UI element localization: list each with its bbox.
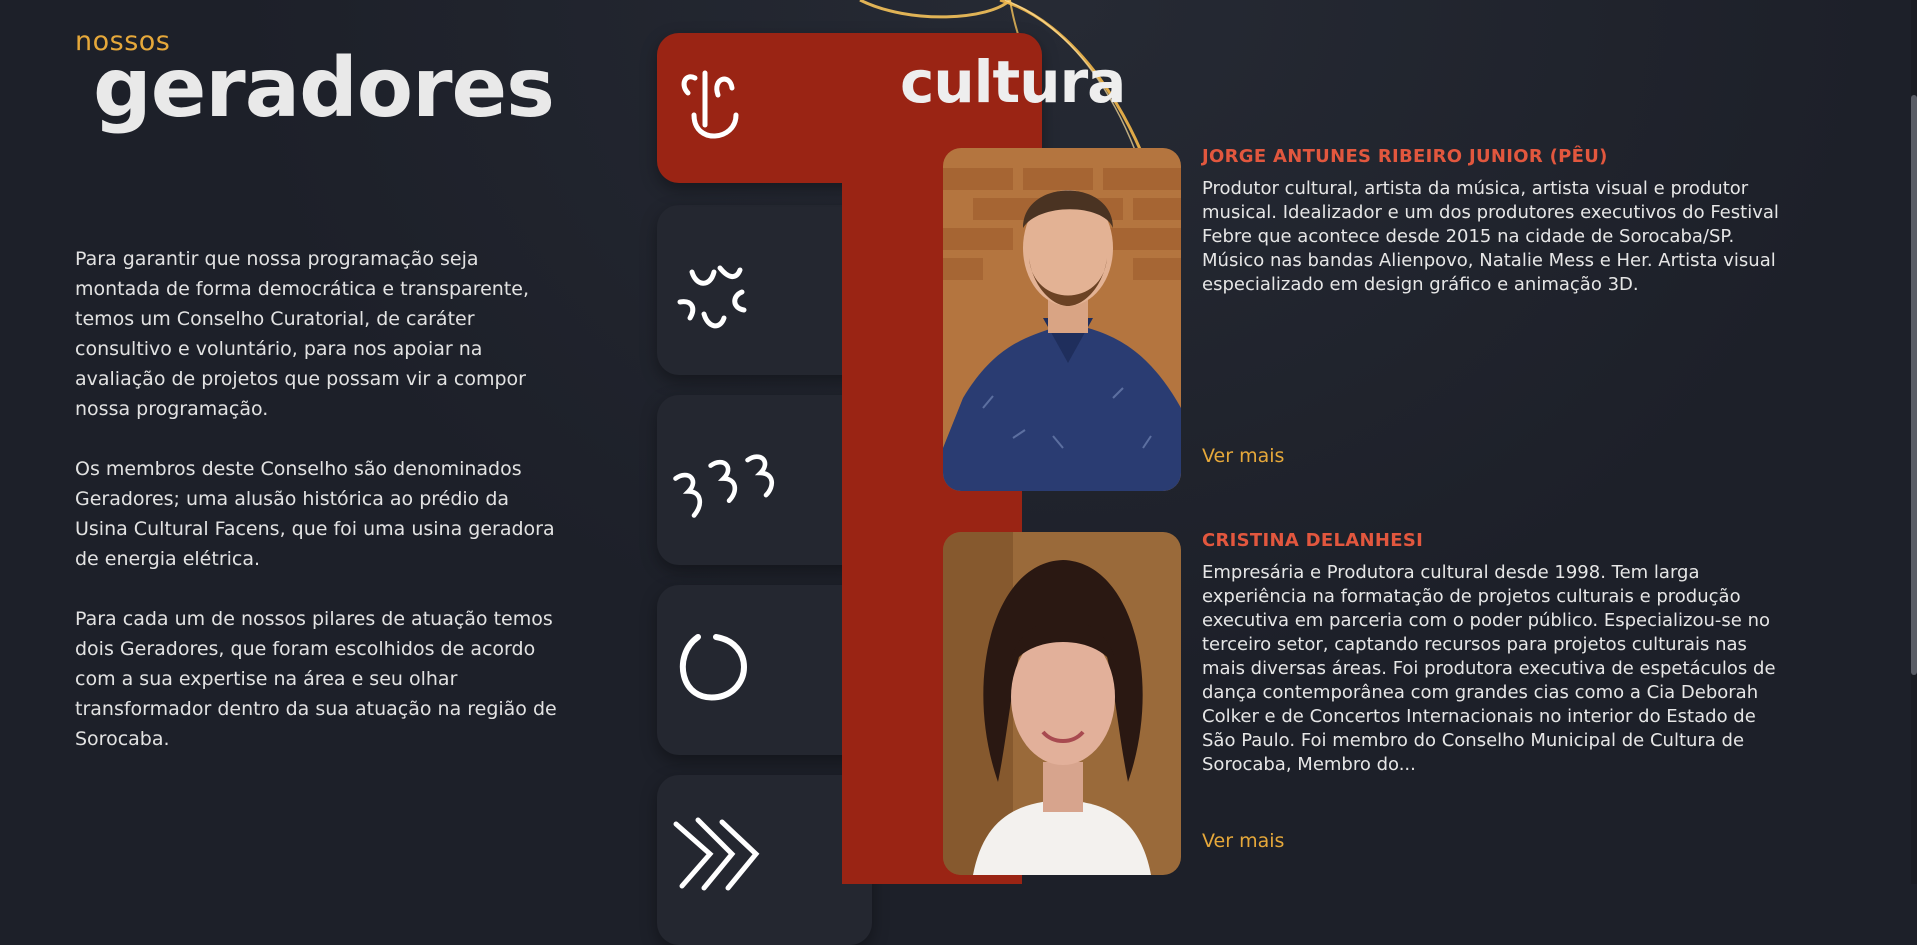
face-icon[interactable]: [670, 63, 790, 153]
intro-paragraph: Para garantir que nossa programação seja…: [75, 248, 530, 420]
member-bio: Empresária e Produtora cultural desde 19…: [1202, 562, 1776, 775]
pillar-title: cultura: [900, 48, 1126, 116]
member-photo: [943, 532, 1181, 875]
waves-icon[interactable]: [670, 440, 790, 530]
member-name: CRISTINA DELANHESI: [1202, 530, 1424, 551]
member-name: JORGE ANTUNES RIBEIRO JUNIOR (PÊU): [1202, 146, 1608, 167]
ver-mais-link[interactable]: Ver mais: [1202, 830, 1284, 852]
ver-mais-link[interactable]: Ver mais: [1202, 445, 1284, 467]
intro-text: Para garantir que nossa programação seja…: [75, 244, 565, 784]
intro-paragraph: Para cada um de nossos pilares de atuaçã…: [75, 608, 557, 750]
chevrons-icon[interactable]: [670, 810, 790, 900]
scrollbar-thumb[interactable]: [1911, 95, 1917, 675]
intro-paragraph: Os membros deste Conselho são denominado…: [75, 458, 555, 570]
circle-icon[interactable]: [670, 625, 790, 715]
burst-icon[interactable]: [670, 252, 790, 342]
member-photo: [943, 148, 1181, 491]
scrollbar-track[interactable]: [1911, 0, 1917, 884]
member-bio: Produtor cultural, artista da música, ar…: [1202, 178, 1779, 295]
page-title: geradores: [93, 41, 555, 136]
